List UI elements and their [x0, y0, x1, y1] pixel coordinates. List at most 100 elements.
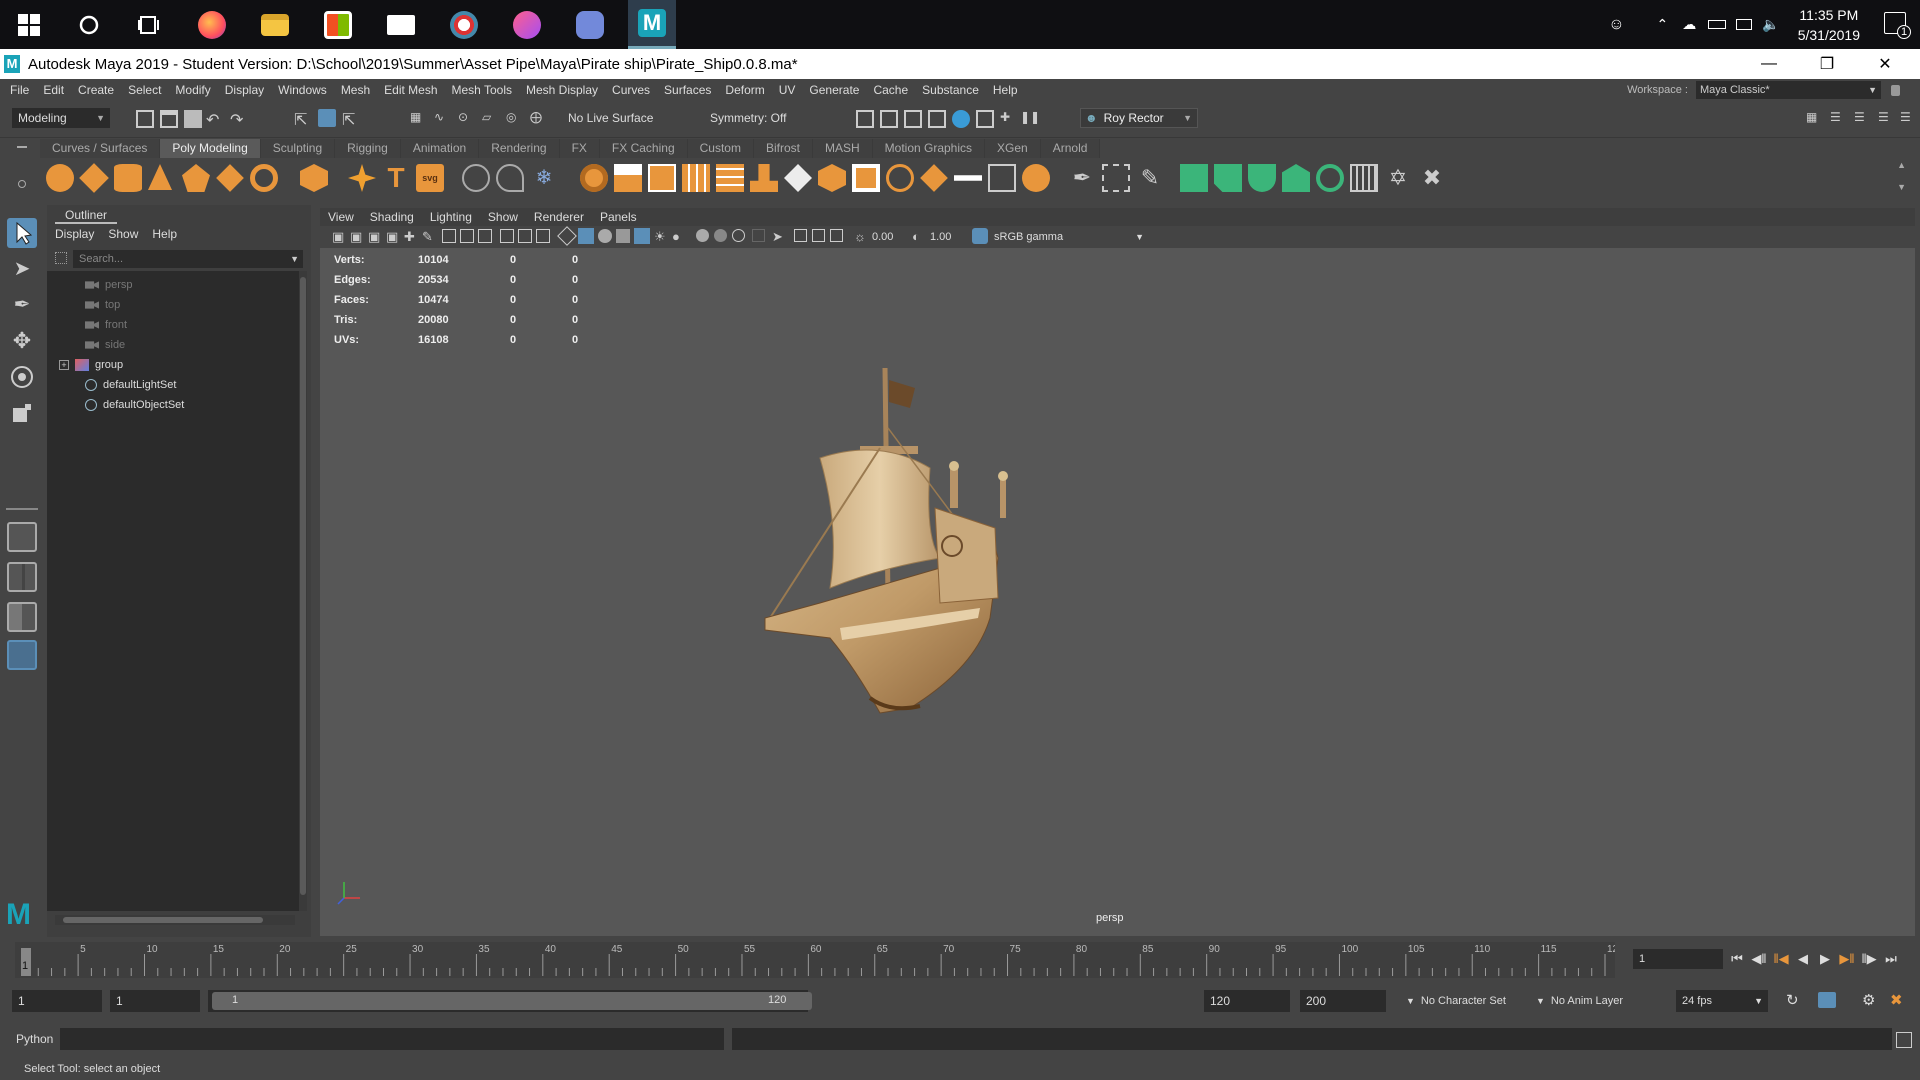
menu-curves[interactable]: Curves: [605, 83, 657, 97]
shadows-icon[interactable]: ☀: [654, 229, 672, 247]
menu-edit-mesh[interactable]: Edit Mesh: [377, 83, 444, 97]
insert-edge-loop-icon[interactable]: [716, 164, 744, 192]
outliner-vertical-scrollbar[interactable]: [299, 271, 307, 911]
go-to-end-icon[interactable]: ⏭: [1880, 951, 1902, 967]
outliner-filter-icon[interactable]: [55, 252, 67, 264]
outliner-search-input[interactable]: Search... ▼: [73, 250, 303, 268]
poly-disc-icon[interactable]: [250, 164, 278, 192]
range-slider[interactable]: 1 120: [208, 990, 812, 1012]
time-slider[interactable]: 5 10 15 20 25 30 35 40 45 50 55 60 65 70 75 80 85 90 95 100…: [15, 942, 1624, 978]
image-plane-icon[interactable]: ▣: [386, 229, 404, 247]
depth-of-field-icon[interactable]: [732, 229, 745, 242]
play-forwards-icon[interactable]: ▶: [1814, 951, 1836, 967]
menu-mesh-display[interactable]: Mesh Display: [519, 83, 605, 97]
viewport-menu-shading[interactable]: Shading: [370, 210, 414, 224]
outliner-item-front[interactable]: front: [85, 315, 127, 335]
tab-custom[interactable]: Custom: [687, 139, 754, 158]
menu-file[interactable]: File: [0, 83, 36, 97]
textured-icon[interactable]: [616, 229, 630, 243]
close-icon[interactable]: ✕: [1856, 49, 1914, 79]
render-frame-icon[interactable]: [880, 110, 898, 128]
bevel-icon[interactable]: [750, 164, 778, 192]
scale-tool-icon[interactable]: [7, 398, 37, 428]
snap-together-icon[interactable]: [1102, 164, 1130, 192]
attribute-editor-icon[interactable]: ☰: [1830, 110, 1848, 128]
center-pivot-icon[interactable]: [1214, 164, 1242, 192]
soft-select-icon[interactable]: ✡: [1384, 164, 1412, 192]
menu-edit[interactable]: Edit: [36, 83, 71, 97]
menu-create[interactable]: Create: [71, 83, 121, 97]
extrude-icon[interactable]: [614, 164, 642, 192]
menu-mesh[interactable]: Mesh: [334, 83, 377, 97]
outliner-item-default-light-set[interactable]: defaultLightSet: [85, 375, 176, 395]
snap-curve-icon[interactable]: ∿: [434, 110, 452, 128]
delete-history-icon[interactable]: [1282, 164, 1310, 192]
current-frame-field[interactable]: 1: [1633, 949, 1723, 969]
anim-prefs-icon[interactable]: ⚙: [1862, 991, 1875, 1009]
step-back-key-icon[interactable]: ◀‖: [1748, 951, 1770, 967]
shelf-scroll-down-icon[interactable]: ▼: [1897, 182, 1906, 192]
boolean-icon[interactable]: [886, 164, 914, 192]
cortana-search-icon[interactable]: [70, 6, 108, 44]
chevron-up-icon[interactable]: ⌃: [1657, 16, 1669, 33]
discord-icon[interactable]: [571, 6, 609, 44]
battery-icon[interactable]: [1708, 20, 1727, 29]
firefox-icon[interactable]: [193, 6, 231, 44]
smooth-shade-icon[interactable]: [578, 228, 594, 244]
wireframe-icon[interactable]: [557, 226, 577, 246]
outliner-menu-help[interactable]: Help: [152, 227, 177, 241]
tab-fx-caching[interactable]: FX Caching: [599, 139, 688, 158]
menu-help[interactable]: Help: [986, 83, 1025, 97]
paint-app-icon[interactable]: [445, 6, 483, 44]
step-forward-frame-icon[interactable]: ▶‖: [1836, 951, 1858, 967]
persp-outliner-layout-icon[interactable]: [7, 602, 37, 632]
wireframe-on-shaded-icon[interactable]: [598, 229, 612, 243]
svg-tool-icon[interactable]: svg: [416, 164, 444, 192]
outliner-item-default-object-set[interactable]: defaultObjectSet: [85, 395, 184, 415]
poly-cube-icon[interactable]: [79, 163, 109, 193]
perspective-viewport[interactable]: Verts: 10104 0 0 Edges: 20534 0 0 Faces: 10474 0…: [320, 248, 1915, 936]
poly-cone-icon[interactable]: [148, 164, 172, 190]
character-set-dropdown[interactable]: ▼ No Character Set: [1400, 990, 1525, 1012]
outliner-item-group[interactable]: + group: [59, 355, 123, 375]
pirate-ship-model[interactable]: [760, 368, 1060, 728]
tab-animation[interactable]: Animation: [400, 139, 480, 158]
viewport-menu-lighting[interactable]: Lighting: [430, 210, 472, 224]
lock-icon[interactable]: [1891, 84, 1900, 96]
windows-start-icon[interactable]: [10, 6, 48, 44]
multi-cut-icon[interactable]: [682, 164, 710, 192]
volume-icon[interactable]: 🔈: [1762, 16, 1779, 33]
history-icon[interactable]: [1180, 164, 1208, 192]
menu-surfaces[interactable]: Surfaces: [657, 83, 718, 97]
cut-faces-icon[interactable]: ✎: [1136, 164, 1164, 192]
freeze-transform-icon[interactable]: [1248, 164, 1276, 192]
step-forward-key-icon[interactable]: ‖▶: [1858, 951, 1880, 967]
outliner-item-persp[interactable]: persp: [85, 275, 133, 295]
workspace-dropdown[interactable]: Maya Classic* ▼: [1696, 81, 1881, 99]
xray-icon[interactable]: ➤: [772, 229, 790, 247]
open-scene-icon[interactable]: [160, 110, 178, 128]
menu-mesh-tools[interactable]: Mesh Tools: [445, 83, 519, 97]
menu-modify[interactable]: Modify: [168, 83, 217, 97]
viewport-menu-panels[interactable]: Panels: [600, 210, 637, 224]
maya-taskbar-icon[interactable]: M: [628, 0, 676, 49]
shelf-menu-icon[interactable]: [17, 146, 27, 148]
viewport-menu-renderer[interactable]: Renderer: [534, 210, 584, 224]
select-tool-icon[interactable]: [7, 218, 37, 248]
platonic-solid-icon[interactable]: [300, 164, 328, 192]
playback-start-field[interactable]: 1: [110, 990, 200, 1012]
super-shape-icon[interactable]: [348, 164, 376, 192]
snap-grid-icon[interactable]: ▦: [410, 110, 428, 128]
gate-mask-icon[interactable]: [500, 229, 514, 243]
symmetry-dropdown[interactable]: Symmetry: Off: [704, 108, 804, 128]
edit-pivot-icon[interactable]: ✒: [1068, 164, 1096, 192]
tab-sculpting[interactable]: Sculpting: [260, 139, 336, 158]
lasso-tool-icon[interactable]: ➤: [7, 254, 37, 284]
sculpt-icon[interactable]: [1022, 164, 1050, 192]
multisample-aa-icon[interactable]: [714, 229, 727, 242]
grease-pencil-icon[interactable]: ✎: [422, 229, 440, 247]
command-input[interactable]: [60, 1028, 724, 1050]
animation-end-field[interactable]: 200: [1300, 990, 1386, 1012]
go-to-start-icon[interactable]: ⏮: [1726, 951, 1748, 967]
paint-select-tool-icon[interactable]: ✒: [7, 290, 37, 320]
